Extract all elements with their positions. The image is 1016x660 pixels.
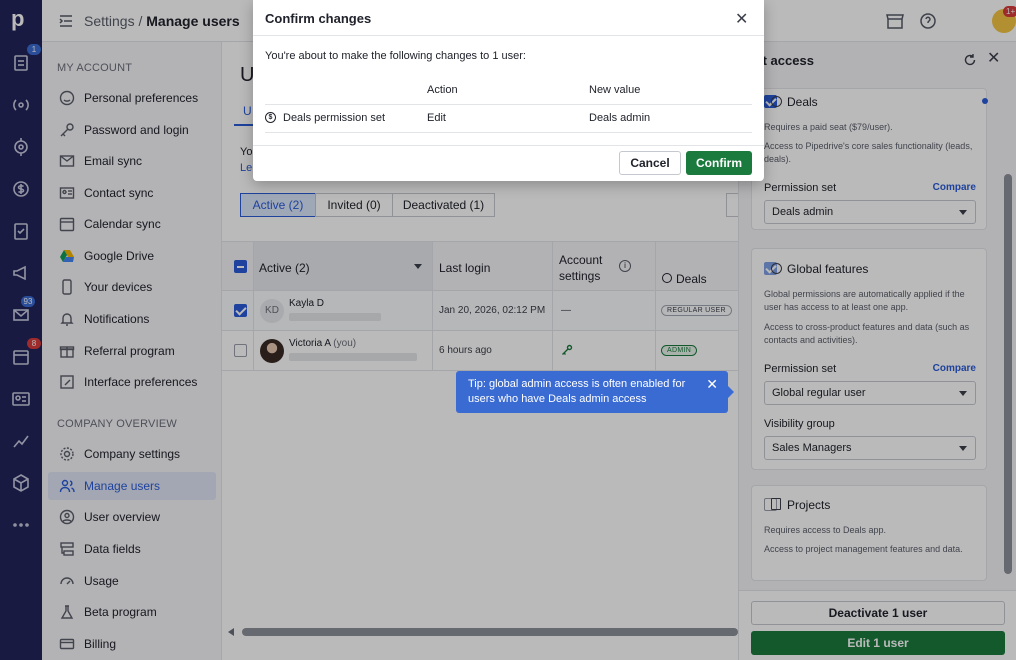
tip-tooltip: Tip: global admin access is often enable… xyxy=(456,371,734,413)
dialog-title: Confirm changes xyxy=(265,11,372,26)
dialog-header: Confirm changes ✕ xyxy=(253,0,764,36)
confirm-changes-dialog: Confirm changes ✕ You're about to make t… xyxy=(253,0,764,181)
change-action: Edit xyxy=(427,112,446,124)
close-icon[interactable]: ✕ xyxy=(706,377,718,392)
column-action-label: Action xyxy=(427,84,458,96)
column-new-value-label: New value xyxy=(589,84,641,96)
table-divider xyxy=(265,132,752,133)
confirm-button[interactable]: Confirm xyxy=(686,151,752,175)
change-new-value: Deals admin xyxy=(589,112,651,124)
table-divider xyxy=(265,104,752,105)
deals-dollar-icon: $ xyxy=(265,112,276,123)
change-item: Deals permission set xyxy=(283,112,386,124)
tooltip-text: Tip: global admin access is often enable… xyxy=(468,378,686,405)
cancel-button[interactable]: Cancel xyxy=(619,151,681,175)
dialog-intro-text: You're about to make the following chang… xyxy=(265,50,526,62)
close-icon[interactable]: ✕ xyxy=(735,9,748,29)
